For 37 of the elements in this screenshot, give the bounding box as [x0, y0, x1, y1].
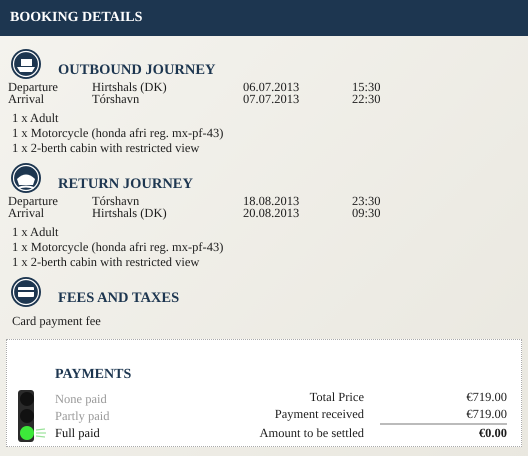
- leg-label: Arrival: [8, 207, 44, 219]
- booking-item: 1 x Adult: [12, 225, 60, 240]
- total-value: €719.00: [465, 406, 507, 423]
- leg-date: 06.07.2013: [243, 81, 300, 93]
- section-title: FEES AND TAXES: [58, 290, 180, 308]
- booking-item: Card payment fee: [12, 314, 102, 329]
- leg-date: 18.08.2013: [243, 195, 300, 207]
- leg-date: 20.08.2013: [243, 207, 300, 219]
- total-label: Amount to be settled: [258, 425, 364, 442]
- booking-item: 1 x Motorcycle (honda afri reg. mx-pf-43): [12, 126, 224, 141]
- leg-time: 23:30: [352, 195, 382, 207]
- leg-time: 09:30: [352, 207, 382, 219]
- leg-date: 07.07.2013: [243, 93, 300, 105]
- leg-label: Departure: [8, 81, 59, 93]
- leg-place: Tórshavn: [92, 93, 140, 105]
- payment-status: None paid: [55, 391, 108, 408]
- leg-place: Hirtshals (DK): [92, 81, 168, 93]
- leg-label: Departure: [8, 195, 59, 207]
- leg-label: Arrival: [8, 93, 44, 105]
- leg-place: Hirtshals (DK): [92, 207, 168, 219]
- payment-status: Partly paid: [55, 408, 111, 425]
- leg-place: Tórshavn: [92, 195, 140, 207]
- total-value: €0.00: [478, 425, 507, 442]
- section-title: OUTBOUND JOURNEY: [58, 62, 216, 80]
- booking-item: 1 x 2-berth cabin with restricted view: [12, 255, 200, 270]
- total-label: Payment received: [274, 406, 364, 423]
- header-title: BOOKING DETAILS: [10, 10, 142, 26]
- section-title: RETURN JOURNEY: [58, 176, 193, 194]
- leg-time: 15:30: [352, 81, 382, 93]
- booking-item: 1 x Motorcycle (honda afri reg. mx-pf-43): [12, 240, 224, 255]
- payments-title: PAYMENTS: [55, 367, 132, 383]
- booking-item: 1 x Adult: [12, 111, 60, 126]
- leg-time: 22:30: [352, 93, 382, 105]
- booking-item: 1 x 2-berth cabin with restricted view: [12, 141, 200, 156]
- total-value: €719.00: [465, 389, 507, 406]
- payment-status: Full paid: [55, 425, 101, 442]
- total-label: Total Price: [308, 389, 364, 406]
